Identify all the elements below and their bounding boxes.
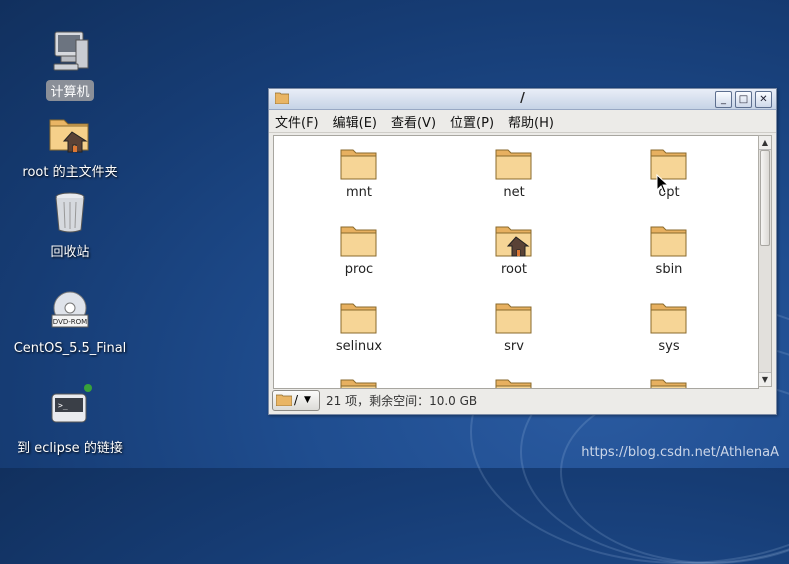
file-item[interactable]: srv: [454, 298, 574, 354]
file-view[interactable]: mnt net opt proc root sbin selinux srv sys: [273, 135, 759, 389]
folder-icon: [649, 374, 689, 388]
computer-icon: [46, 28, 94, 76]
location-dropdown[interactable]: / ▼: [272, 389, 320, 411]
scroll-up-button[interactable]: ▲: [759, 136, 771, 150]
file-name: sys: [658, 339, 680, 354]
folder-icon: [649, 221, 689, 259]
folder-icon: [339, 221, 379, 259]
file-name: mnt: [346, 185, 372, 200]
menubar: 文件(F) 编辑(E) 查看(V) 位置(P) 帮助(H): [269, 110, 776, 133]
desktop-icon-eclipse-link[interactable]: >_ 到 eclipse 的链接: [5, 384, 135, 457]
file-item[interactable]: proc: [299, 221, 419, 277]
file-item[interactable]: selinux: [299, 298, 419, 354]
vertical-scrollbar[interactable]: ▲ ▼: [758, 135, 772, 387]
desktop-icon-trash[interactable]: 回收站: [5, 188, 135, 261]
file-item[interactable]: sys: [609, 298, 729, 354]
desktop-icon-label: 计算机: [46, 80, 94, 101]
desktop-icon-dvd[interactable]: DVD-ROM CentOS_5.5_Final: [5, 288, 135, 357]
close-button[interactable]: ✕: [755, 91, 772, 108]
scroll-down-button[interactable]: ▼: [759, 372, 771, 386]
dvd-rom-icon: DVD-ROM: [46, 288, 94, 336]
file-item-partial[interactable]: [609, 374, 729, 388]
desktop-icon-label: root 的主文件夹: [22, 165, 118, 180]
minimize-button[interactable]: _: [715, 91, 732, 108]
file-name: selinux: [335, 339, 383, 354]
dvd-rom-text: DVD-ROM: [53, 318, 87, 326]
menu-view[interactable]: 查看(V): [391, 112, 436, 131]
menu-edit[interactable]: 编辑(E): [333, 112, 377, 131]
window-title: /: [520, 91, 525, 106]
menu-help[interactable]: 帮助(H): [508, 112, 554, 131]
file-item[interactable]: mnt: [299, 144, 419, 200]
file-item-partial[interactable]: [454, 374, 574, 388]
folder-icon: [494, 298, 534, 336]
status-text: 21 项，剩余空间：10.0 GB: [326, 393, 478, 408]
menu-places[interactable]: 位置(P): [450, 112, 494, 131]
desktop-icon-computer[interactable]: 计算机: [5, 28, 135, 101]
folder-icon: [494, 374, 534, 388]
file-manager-window: / _ □ ✕ 文件(F) 编辑(E) 查看(V) 位置(P) 帮助(H) mn…: [268, 88, 777, 415]
eclipse-launcher-icon: >_: [46, 384, 94, 432]
trash-icon: [46, 188, 94, 236]
file-name: proc: [344, 262, 374, 277]
folder-icon: [276, 394, 292, 406]
folder-icon: [339, 374, 379, 388]
file-item-partial[interactable]: [299, 374, 419, 388]
folder-icon: [339, 144, 379, 182]
chevron-down-icon: ▼: [304, 395, 311, 405]
file-name: srv: [504, 339, 524, 354]
home-folder-icon: [494, 221, 534, 259]
statusbar: / ▼ 21 项，剩余空间：10.0 GB: [269, 388, 776, 412]
folder-icon: [649, 298, 689, 336]
scroll-thumb[interactable]: [760, 150, 770, 246]
desktop-icon-label: CentOS_5.5_Final: [13, 341, 127, 356]
mouse-cursor-icon: [656, 174, 670, 194]
file-item[interactable]: root: [454, 221, 574, 277]
location-label: /: [294, 393, 299, 407]
maximize-button[interactable]: □: [735, 91, 752, 108]
watermark: https://blog.csdn.net/AthlenaA: [581, 445, 779, 460]
desktop-icon-label: 回收站: [50, 245, 90, 260]
folder-icon: [339, 298, 379, 336]
file-item[interactable]: sbin: [609, 221, 729, 277]
home-folder-icon: [46, 108, 94, 156]
folder-icon: [494, 144, 534, 182]
svg-text:>_: >_: [58, 401, 68, 410]
window-titlebar[interactable]: / _ □ ✕: [269, 89, 776, 110]
file-name: sbin: [655, 262, 683, 277]
desktop-icon-home[interactable]: root 的主文件夹: [5, 108, 135, 181]
file-item[interactable]: net: [454, 144, 574, 200]
file-name: root: [500, 262, 528, 277]
desktop-icon-label: 到 eclipse 的链接: [17, 441, 123, 456]
menu-file[interactable]: 文件(F): [275, 112, 319, 131]
file-name: net: [503, 185, 525, 200]
